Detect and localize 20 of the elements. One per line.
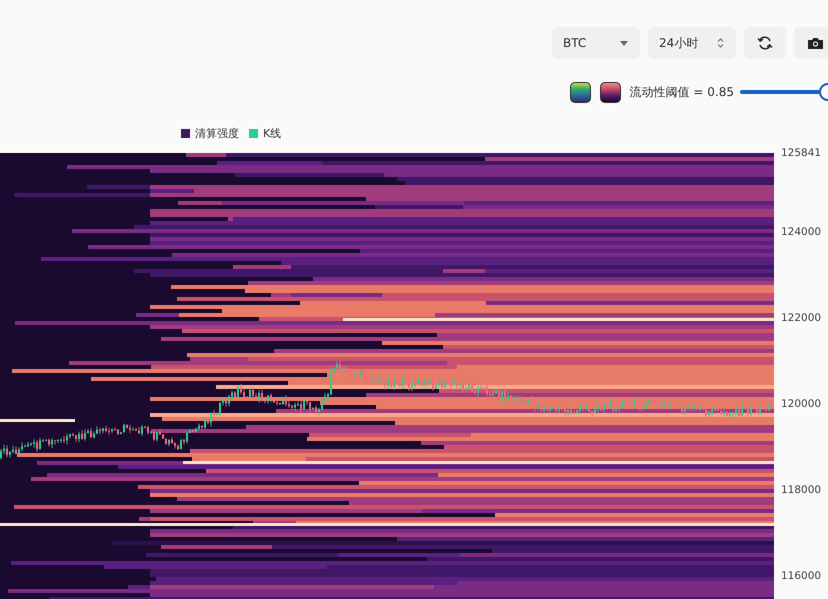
- gradient-swatch[interactable]: [600, 82, 621, 102]
- axis-label: 118000: [781, 484, 822, 496]
- period-select[interactable]: 24小时: [648, 27, 736, 59]
- camera-icon: [808, 37, 822, 49]
- legend-label: 清算强度: [195, 126, 239, 140]
- symbol-select[interactable]: BTC: [552, 27, 640, 59]
- axis-label: 124000: [781, 226, 822, 238]
- threshold-label: 流动性阈值 = 0.85: [630, 84, 734, 100]
- up-down-caret-icon: [717, 37, 724, 49]
- caret-icon: [620, 40, 628, 46]
- camera-button[interactable]: [794, 27, 828, 59]
- axis-label: 122000: [781, 312, 822, 324]
- axis-label: 120000: [781, 398, 822, 410]
- axis-label: 116000: [781, 570, 822, 582]
- gradient-swatch[interactable]: [570, 82, 591, 102]
- threshold-slider[interactable]: [740, 83, 828, 101]
- axis-label: 125841: [781, 147, 822, 159]
- refresh-icon: [757, 36, 773, 50]
- legend-label: K线: [263, 126, 282, 140]
- refresh-button[interactable]: [744, 27, 786, 59]
